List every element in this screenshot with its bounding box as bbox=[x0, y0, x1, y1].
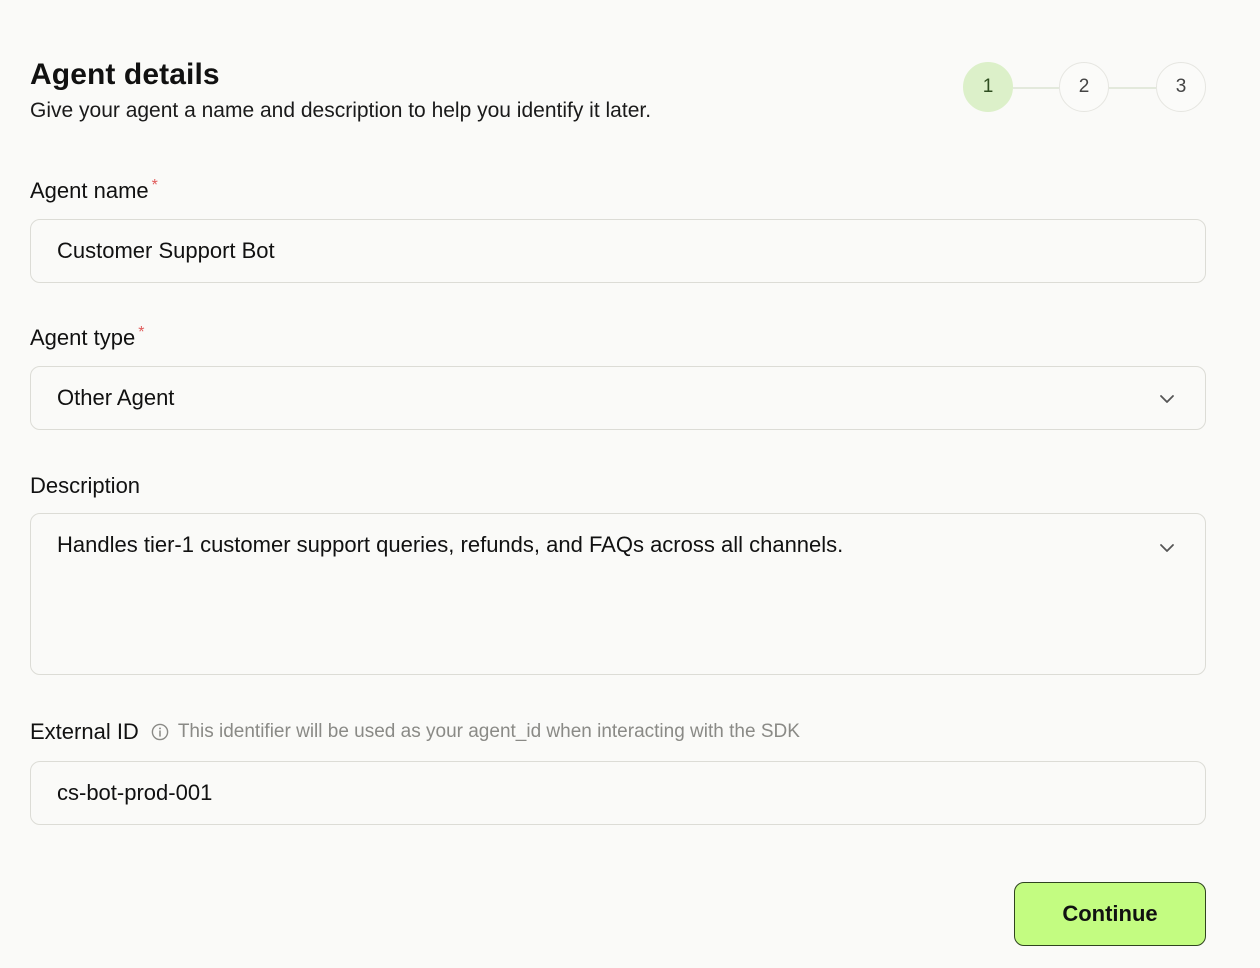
info-icon[interactable] bbox=[151, 723, 169, 741]
agent-details-page: Agent details Give your agent a name and… bbox=[30, 0, 1206, 968]
description-textarea[interactable]: Handles tier-1 customer support queries,… bbox=[30, 513, 1206, 675]
step-3[interactable]: 3 bbox=[1156, 62, 1206, 112]
agent-name-input[interactable]: Customer Support Bot bbox=[30, 219, 1206, 283]
step-1[interactable]: 1 bbox=[963, 62, 1013, 112]
page-subtitle: Give your agent a name and description t… bbox=[30, 99, 652, 122]
external-id-hint: This identifier will be used as your age… bbox=[151, 719, 800, 745]
step-connector bbox=[1109, 87, 1156, 89]
step-2[interactable]: 2 bbox=[1059, 62, 1109, 112]
agent-name-label: Agent name * bbox=[30, 178, 158, 204]
description-label: Description bbox=[30, 473, 140, 499]
agent-type-label-text: Agent type bbox=[30, 325, 136, 350]
agent-name-label-text: Agent name bbox=[30, 178, 149, 203]
agent-type-select[interactable]: Other Agent bbox=[30, 366, 1206, 430]
description-label-text: Description bbox=[30, 473, 141, 498]
chevron-down-icon[interactable] bbox=[1157, 538, 1177, 558]
agent-type-label: Agent type * bbox=[30, 325, 144, 351]
description-value: Handles tier-1 customer support queries,… bbox=[57, 532, 844, 557]
external-id-label: External ID This identifier will be used… bbox=[30, 719, 800, 745]
page-title: Agent details bbox=[30, 58, 220, 91]
agent-type-value: Other Agent bbox=[57, 385, 175, 410]
external-id-value: cs-bot-prod-001 bbox=[57, 780, 213, 805]
header: Agent details Give your agent a name and… bbox=[30, 58, 930, 124]
required-mark: * bbox=[138, 324, 145, 341]
stepper: 1 2 3 bbox=[963, 62, 1206, 114]
agent-name-value: Customer Support Bot bbox=[57, 238, 275, 263]
chevron-down-icon[interactable] bbox=[1157, 389, 1177, 409]
step-connector bbox=[1013, 87, 1059, 89]
required-mark: * bbox=[151, 177, 158, 194]
external-id-label-text: External ID bbox=[30, 719, 139, 744]
external-id-hint-text: This identifier will be used as your age… bbox=[177, 721, 800, 742]
continue-button[interactable]: Continue bbox=[1014, 882, 1206, 946]
external-id-input[interactable]: cs-bot-prod-001 bbox=[30, 761, 1206, 825]
